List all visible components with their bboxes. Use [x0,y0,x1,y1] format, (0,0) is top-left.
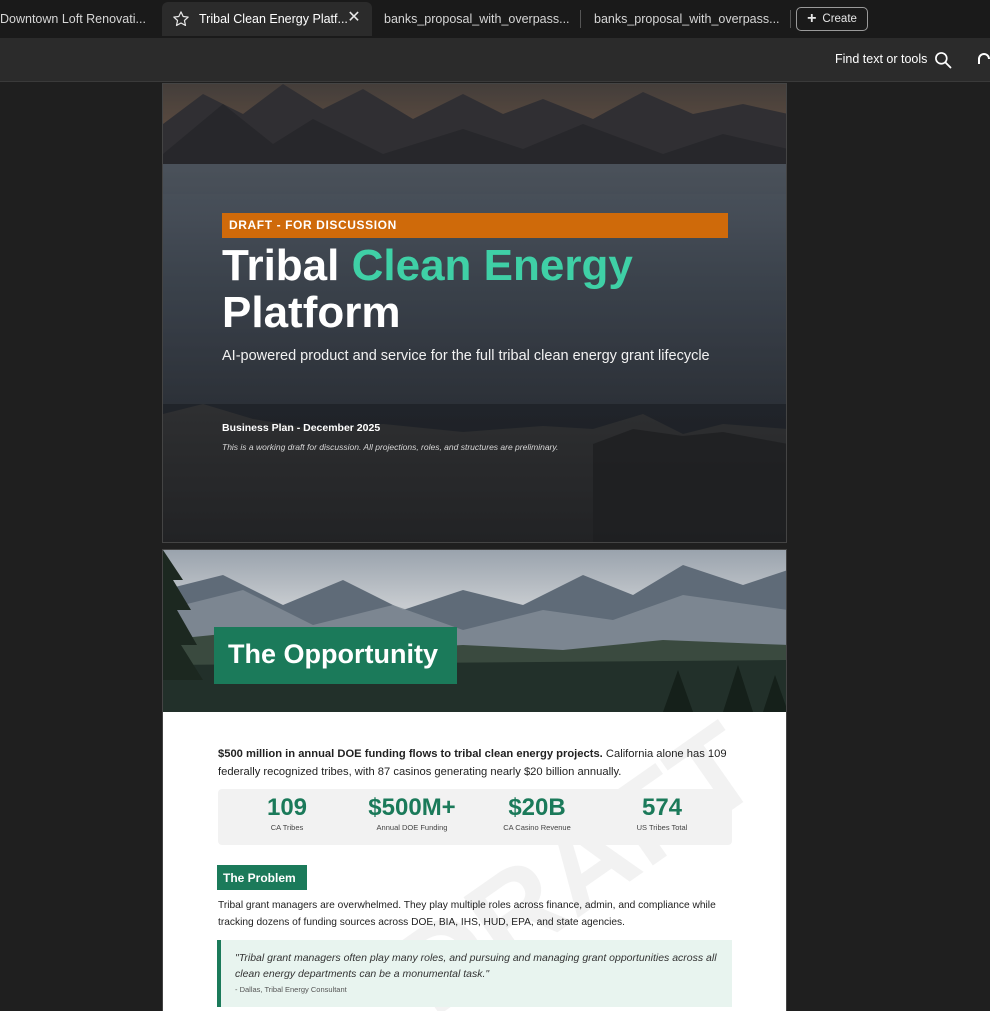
title-part-2: Platform [222,288,401,337]
tab-banks-proposal-1[interactable]: banks_proposal_with_overpass... [376,2,576,36]
stat-casino-revenue: $20B CA Casino Revenue [473,793,601,832]
tab-label: Tribal Clean Energy Platf... [199,12,348,26]
close-icon[interactable]: ✕ [346,10,362,26]
stat-doe-funding: $500M+ Annual DOE Funding [348,793,476,832]
tab-label: banks_proposal_with_overpass... [384,12,570,26]
title-part-1: Tribal [222,241,352,290]
create-label: Create [822,13,857,25]
cover-date: Business Plan - December 2025 [222,422,381,434]
tab-banks-proposal-2[interactable]: banks_proposal_with_overpass... [586,2,786,36]
problem-text: Tribal grant managers are overwhelmed. T… [218,900,716,928]
find-text-button[interactable]: Find text or tools [835,52,927,66]
cover-page: DRAFT - FOR DISCUSSION Tribal Clean Ener… [162,83,787,543]
tab-downtown-loft[interactable]: Downtown Loft Renovati... [0,2,160,36]
stat-value: $20B [508,794,566,821]
star-icon[interactable] [172,10,190,28]
tab-bar: Downtown Loft Renovati... Tribal Clean E… [0,0,990,38]
quote-attribution: - Dallas, Tribal Energy Consultant [235,985,347,994]
draft-banner: DRAFT - FOR DISCUSSION [222,213,728,238]
stat-value: 574 [641,794,683,821]
tab-label: banks_proposal_with_overpass... [594,12,780,26]
opportunity-heading: The Opportunity [214,627,457,684]
tab-divider [580,10,581,28]
cover-note: This is a working draft for discussion. … [222,442,559,452]
headphones-icon[interactable] [976,50,990,70]
create-button[interactable]: + Create [796,7,868,31]
stat-label: Annual DOE Funding [376,823,448,832]
stat-label: CA Tribes [270,823,304,832]
title-accent: Clean Energy [351,241,633,290]
tab-divider [790,10,791,28]
stat-value: $500M+ [368,794,456,821]
stat-us-tribes: 574 US Tribes Total [598,793,726,832]
tab-tribal-clean-energy[interactable]: Tribal Clean Energy Platf... ✕ [162,2,372,36]
plus-icon: + [807,10,817,27]
quote-box: "Tribal grant managers often play many r… [217,940,732,1007]
stat-label: US Tribes Total [636,823,688,832]
search-icon[interactable] [933,50,953,70]
problem-heading: The Problem [217,865,307,890]
lead-bold: $500 million in annual DOE funding flows… [218,748,603,760]
opportunity-lead: $500 million in annual DOE funding flows… [218,745,738,781]
cover-subtitle: AI-powered product and service for the f… [222,348,710,364]
toolbar: Find text or tools [0,38,990,82]
stat-ca-tribes: 109 CA Tribes [223,793,351,832]
tab-label: Downtown Loft Renovati... [0,12,146,26]
opportunity-header-image: The Opportunity [163,550,786,712]
document-viewer[interactable]: DRAFT - FOR DISCUSSION Tribal Clean Ener… [0,83,990,1011]
stat-value: 109 [266,794,308,821]
stats-panel: 109 CA Tribes $500M+ Annual DOE Funding … [218,789,732,845]
quote-text: "Tribal grant managers often play many r… [235,952,717,980]
cover-title: Tribal Clean Energy Platform [222,242,742,336]
stat-label: CA Casino Revenue [503,823,571,832]
opportunity-page: The Opportunity DRAFT $500 million in an… [162,549,787,1011]
